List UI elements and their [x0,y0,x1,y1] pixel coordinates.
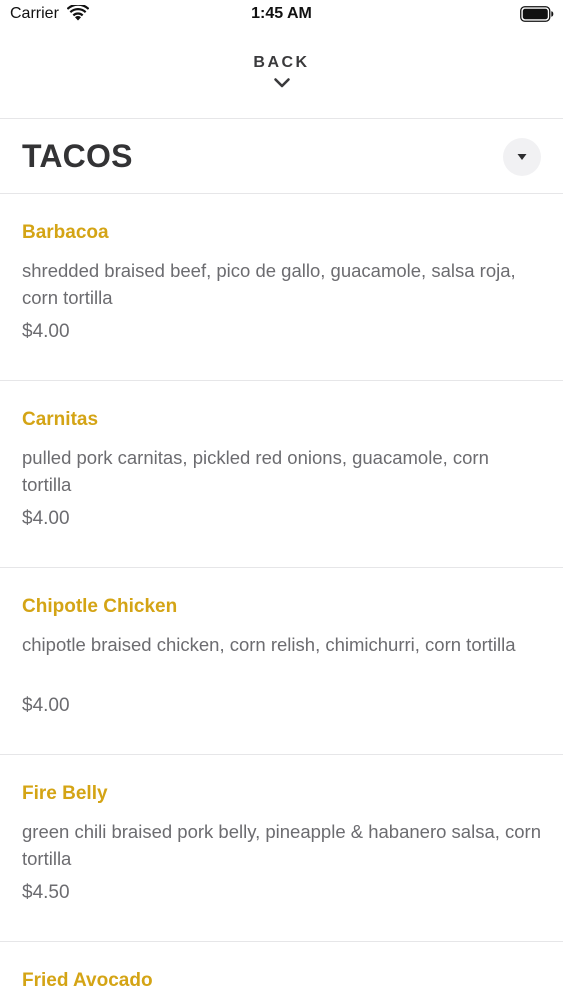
menu-item-price: $4.00 [22,695,70,716]
back-button[interactable]: BACK [0,50,563,102]
menu-item-name: Barbacoa [22,222,109,243]
section-title: TACOS [22,138,133,174]
menu-item-description: shredded braised beef, pico de gallo, gu… [22,260,516,308]
menu-item-name: Fried Avocado [22,970,153,991]
menu-item-price: $4.00 [22,508,70,529]
clock: 1:45 AM [251,5,312,22]
menu-item-fire-belly[interactable]: Fire Belly green chili braised pork bell… [0,755,563,942]
menu-item-chipotle-chicken[interactable]: Chipotle Chicken chipotle braised chicke… [0,568,563,755]
menu-item-price: $4.50 [22,882,70,903]
menu-item-description: chipotle braised chicken, corn relish, c… [22,634,516,655]
menu-item-carnitas[interactable]: Carnitas pulled pork carnitas, pickled r… [0,381,563,568]
menu-item-barbacoa[interactable]: Barbacoa shredded braised beef, pico de … [0,194,563,381]
menu-item-name: Fire Belly [22,783,108,804]
menu-item-name: Carnitas [22,409,99,430]
chevron-down-icon [273,78,290,88]
menu-item-price: $4.00 [22,321,70,342]
back-label: BACK [253,54,310,71]
status-bar: Carrier 1:45 AM [0,0,563,30]
caret-down-icon [517,154,527,160]
section-dropdown-button[interactable] [503,138,541,176]
menu-item-name: Chipotle Chicken [22,596,178,617]
battery-icon [520,6,554,22]
menu-item-description: pulled pork carnitas, pickled red onions… [22,447,489,495]
menu-item-fried-avocado[interactable]: Fried Avocado [0,942,563,1000]
section-header: TACOS [0,119,563,193]
menu-item-description: green chili braised pork belly, pineappl… [22,821,542,869]
